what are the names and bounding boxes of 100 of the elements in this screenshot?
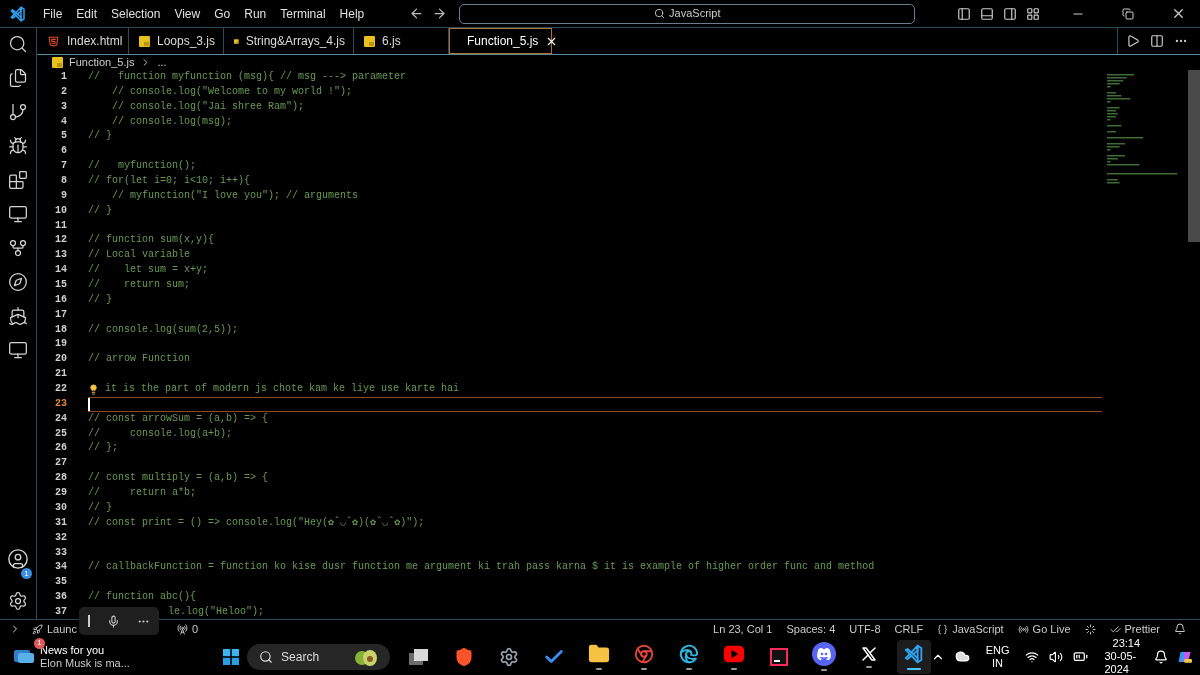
line-number: 10: [54, 203, 67, 218]
vscode-icon[interactable]: [902, 643, 925, 665]
close-icon[interactable]: [1171, 6, 1186, 21]
settings-icon[interactable]: [8, 591, 28, 611]
code-line: le.log("Heloo");: [168, 604, 264, 619]
input-region[interactable]: IN: [992, 656, 1004, 670]
lightbulb-icon[interactable]: [88, 383, 99, 395]
line-number: 35: [54, 575, 67, 590]
antenna-icon: [177, 623, 188, 635]
search-icon: [654, 8, 666, 19]
breadcrumb-item[interactable]: ...: [157, 54, 167, 71]
split-editor-icon[interactable]: [1150, 34, 1164, 48]
panel-left-icon[interactable]: [957, 6, 971, 21]
panel-bottom-icon[interactable]: [980, 6, 994, 21]
taskbar-search[interactable]: Search: [247, 643, 390, 670]
search-icon[interactable]: [8, 34, 28, 54]
notification-icon[interactable]: [1154, 649, 1169, 664]
prettier-status[interactable]: Prettier: [1124, 620, 1160, 638]
news-icon[interactable]: [14, 649, 34, 664]
editor-tab[interactable]: Loops_3.js: [129, 28, 224, 54]
clock-date[interactable]: 30-05-2024: [1104, 650, 1141, 675]
edge-icon[interactable]: [677, 643, 700, 665]
settings-icon[interactable]: [498, 646, 519, 667]
code-line: // return a*b;: [88, 486, 197, 501]
clock-time[interactable]: 23:14: [1112, 637, 1141, 650]
code-line: // console.log(a+b);: [88, 426, 233, 441]
youtube-icon[interactable]: [722, 643, 745, 665]
folder-icon[interactable]: [587, 643, 610, 665]
task-view-icon[interactable]: [407, 647, 430, 666]
x-icon[interactable]: [859, 645, 878, 663]
code-line: // return sum;: [88, 278, 191, 293]
cloud-icon[interactable]: [954, 649, 970, 664]
line-number: 19: [54, 337, 67, 352]
news-headline[interactable]: Elon Musk is ma...: [40, 656, 130, 670]
editor-tab[interactable]: 6.js: [354, 28, 449, 54]
start-icon[interactable]: [223, 646, 240, 667]
editor-tab[interactable]: Index.html: [37, 28, 129, 54]
account-icon[interactable]: [7, 548, 29, 570]
code-line: // Local variable: [88, 248, 191, 263]
run-icon[interactable]: [1126, 34, 1140, 48]
fork-icon[interactable]: [8, 238, 28, 258]
menu-item[interactable]: Run: [237, 4, 274, 23]
volume-icon[interactable]: [1049, 649, 1064, 664]
chrome-icon[interactable]: [632, 643, 655, 665]
extensions-icon[interactable]: [8, 170, 28, 190]
status-item[interactable]: UTF-8: [845, 620, 885, 638]
line-number: 23: [54, 396, 67, 411]
spinner-icon: [1084, 623, 1096, 635]
line-number: 28: [54, 471, 67, 486]
menu-item[interactable]: Edit: [69, 4, 105, 23]
line-number: 30: [54, 500, 67, 515]
running-indicator: [685, 668, 692, 670]
line-number: 20: [54, 352, 67, 367]
line-number: 25: [54, 426, 67, 441]
line-number: 2: [60, 84, 67, 99]
wifi-icon[interactable]: [1025, 649, 1040, 664]
line-number: 24: [54, 411, 67, 426]
ports-count[interactable]: 0: [192, 620, 199, 638]
status-item[interactable]: Spaces: 4: [782, 620, 840, 638]
menu-item[interactable]: Help: [332, 4, 372, 23]
source-control-icon[interactable]: [8, 102, 28, 122]
code-line: // console.log(sum(2,5));: [88, 322, 239, 337]
status-item[interactable]: Ln 23, Col 1: [709, 620, 777, 638]
status-item[interactable]: CRLF: [890, 620, 928, 638]
running-indicator: [906, 668, 921, 670]
intellij-icon[interactable]: [769, 647, 788, 666]
go-live-button[interactable]: Go Live: [1032, 620, 1071, 638]
notification-icon[interactable]: [1174, 623, 1186, 635]
discord-icon[interactable]: [811, 642, 836, 666]
restore-icon[interactable]: [1122, 7, 1134, 20]
breadcrumb-item[interactable]: Function_5.js: [69, 54, 135, 71]
input-language[interactable]: ENG: [985, 643, 1010, 657]
debug-icon[interactable]: [8, 136, 28, 156]
battery-icon[interactable]: [1073, 649, 1089, 664]
menu-item[interactable]: Selection: [104, 4, 168, 23]
editor-tab[interactable]: String&Arrays_4.js: [224, 28, 354, 54]
ship-icon[interactable]: [8, 306, 28, 326]
menu-item[interactable]: File: [36, 4, 70, 23]
running-indicator: [865, 666, 872, 668]
code-line: // }: [88, 292, 112, 307]
code-line: // myfunction("I love you"); // arguments: [111, 188, 359, 203]
back-arrow-icon[interactable]: [409, 6, 425, 21]
menu-item[interactable]: Terminal: [273, 4, 333, 23]
code-line: // function abc(){: [88, 590, 197, 605]
monitor-icon[interactable]: [8, 204, 28, 224]
code-line: // }: [88, 129, 112, 144]
launch-status[interactable]: Launc: [47, 620, 77, 638]
menu-item[interactable]: View: [167, 4, 208, 23]
panel-right-icon[interactable]: [1003, 6, 1017, 21]
files-icon[interactable]: [8, 68, 28, 88]
forward-arrow-icon[interactable]: [432, 6, 448, 21]
language-mode[interactable]: JavaScript: [952, 620, 1004, 638]
line-number: 4: [60, 114, 67, 129]
compass-icon[interactable]: [8, 272, 28, 292]
menu-item[interactable]: Go: [207, 4, 238, 23]
microphone-icon[interactable]: [107, 614, 120, 628]
scrollbar-thumb[interactable]: [1188, 70, 1200, 242]
command-center[interactable]: JavaScript: [459, 3, 916, 24]
screen-icon[interactable]: [8, 340, 28, 360]
layout-icon[interactable]: [1026, 6, 1040, 21]
